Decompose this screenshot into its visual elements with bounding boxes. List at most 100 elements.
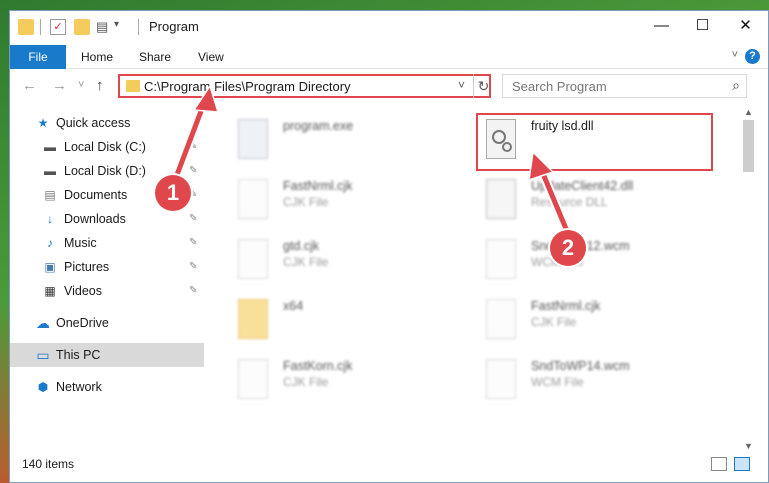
- list-item[interactable]: SndToWP14.wcm WCM File: [471, 355, 711, 415]
- highlight-box: [476, 113, 713, 171]
- folder-icon: [238, 299, 268, 339]
- minimize-button[interactable]: —: [639, 11, 684, 41]
- file-type: CJK File: [531, 315, 577, 329]
- sidebar-item-label: Documents: [64, 188, 128, 202]
- large-icons-view-icon[interactable]: [734, 457, 750, 471]
- scrollbar-thumb[interactable]: [743, 120, 754, 172]
- pictures-icon: ▣: [44, 260, 56, 274]
- vertical-scrollbar[interactable]: ▲ ▼: [741, 105, 756, 455]
- sidebar-item-network[interactable]: ⬢ Network: [10, 375, 204, 399]
- sidebar-item-label: Network: [56, 380, 102, 394]
- file-icon: [238, 179, 268, 219]
- list-item[interactable]: UpdateClient42.dll Resource DLL: [471, 175, 711, 235]
- search-input[interactable]: Search Program: [512, 79, 607, 94]
- divider: [138, 19, 139, 35]
- sidebar-item-videos[interactable]: ▦ Videos ✎: [10, 279, 204, 303]
- sidebar-item-this-pc[interactable]: ▭ This PC: [10, 343, 204, 367]
- scroll-up-icon[interactable]: ▲: [744, 107, 753, 117]
- sidebar-item-label: Pictures: [64, 260, 110, 274]
- file-name: SndToWP14.wcm: [531, 359, 630, 373]
- pin-icon[interactable]: ✎: [189, 279, 197, 303]
- details-view-icon[interactable]: [711, 457, 727, 471]
- computer-icon: ▭: [36, 347, 50, 363]
- list-item[interactable]: FastNrml.cjk CJK File: [471, 295, 711, 355]
- list-item[interactable]: SndToWP12.wcm WCM File: [471, 235, 711, 295]
- customize-toolbar-icon[interactable]: ▤: [96, 19, 112, 35]
- sidebar-item-label: Music: [64, 236, 97, 250]
- sidebar-item-onedrive[interactable]: ☁ OneDrive: [10, 311, 204, 335]
- file-name: FastKorn.cjk: [283, 359, 353, 373]
- ribbon-tabs: File Home Share View ˅ ?: [10, 45, 768, 69]
- dll-icon: [486, 179, 516, 219]
- sidebar-item-label: Downloads: [64, 212, 126, 226]
- application-icon: [238, 119, 268, 159]
- file-icon: [238, 239, 268, 279]
- file-icon: [486, 239, 516, 279]
- file-type: CJK File: [283, 255, 329, 269]
- forward-button[interactable]: →: [52, 77, 67, 94]
- list-item[interactable]: program.exe: [223, 115, 463, 175]
- search-icon[interactable]: ⌕: [732, 77, 740, 94]
- refresh-button[interactable]: ↻: [473, 74, 493, 98]
- navigation-bar: ← → ˅ ↑ C:\Program Files\Program Directo…: [10, 71, 768, 101]
- file-name: program.exe: [283, 119, 354, 133]
- sidebar-item-label: Quick access: [56, 116, 131, 130]
- recent-locations-button[interactable]: ˅: [78, 79, 84, 91]
- download-icon: ↓: [47, 212, 53, 226]
- file-explorer-window: ✓ ▤ ▾ Program — ☐ ✕ File Home Share View…: [9, 10, 769, 483]
- tab-share[interactable]: Share: [139, 45, 171, 69]
- new-folder-icon[interactable]: [74, 19, 90, 35]
- drive-icon: ▬: [44, 164, 56, 178]
- properties-icon[interactable]: ✓: [50, 19, 66, 35]
- chevron-down-icon[interactable]: ▾: [114, 19, 130, 35]
- list-item[interactable]: x64: [223, 295, 463, 355]
- list-item[interactable]: FastNrml.cjk CJK File: [223, 175, 463, 235]
- file-type: CJK File: [283, 375, 329, 389]
- document-icon: ▤: [44, 188, 56, 202]
- callout-badge-1: 1: [155, 175, 191, 211]
- back-button[interactable]: ←: [22, 77, 37, 94]
- expand-ribbon-icon[interactable]: ˅: [732, 49, 738, 61]
- sidebar-item-pictures[interactable]: ▣ Pictures ✎: [10, 255, 204, 279]
- callout-badge-2: 2: [550, 230, 586, 266]
- cloud-icon: ☁: [36, 315, 50, 331]
- file-icon: [486, 299, 516, 339]
- network-icon: ⬢: [37, 380, 49, 394]
- file-name: FastNrml.cjk: [531, 299, 601, 313]
- window-title: Program: [149, 19, 199, 34]
- pin-icon[interactable]: ✎: [189, 255, 197, 279]
- sidebar-item-label: This PC: [56, 348, 101, 362]
- close-button[interactable]: ✕: [723, 11, 768, 41]
- sidebar-item-label: OneDrive: [56, 316, 109, 330]
- pin-icon[interactable]: ✎: [189, 207, 197, 231]
- file-name: FastNrml.cjk: [283, 179, 353, 193]
- list-item[interactable]: gtd.cjk CJK File: [223, 235, 463, 295]
- chevron-down-icon[interactable]: ˅: [458, 78, 465, 92]
- maximize-button[interactable]: ☐: [680, 11, 725, 41]
- divider: [40, 19, 41, 35]
- list-item[interactable]: FastKorn.cjk CJK File: [223, 355, 463, 415]
- file-name: x64: [283, 299, 304, 313]
- star-icon: ★: [37, 116, 49, 130]
- file-name: gtd.cjk: [283, 239, 320, 253]
- up-button[interactable]: ↑: [96, 77, 104, 94]
- folder-icon: [126, 80, 140, 92]
- pin-icon[interactable]: ✎: [189, 231, 197, 255]
- tab-file[interactable]: File: [10, 45, 66, 69]
- help-icon[interactable]: ?: [745, 49, 760, 64]
- music-icon: ♪: [47, 236, 53, 250]
- folder-icon: [18, 19, 34, 35]
- title-bar: ✓ ▤ ▾ Program — ☐ ✕: [10, 11, 768, 43]
- sidebar-item-label: Local Disk (C:): [64, 140, 146, 154]
- file-type: WCM File: [531, 375, 584, 389]
- sidebar-item-label: Local Disk (D:): [64, 164, 146, 178]
- sidebar-item-music[interactable]: ♪ Music ✎: [10, 231, 204, 255]
- tab-home[interactable]: Home: [81, 45, 113, 69]
- file-icon: [238, 359, 268, 399]
- search-box[interactable]: Search Program ⌕: [502, 74, 747, 98]
- tab-view[interactable]: View: [198, 45, 224, 69]
- sidebar-item-label: Videos: [64, 284, 102, 298]
- videos-icon: ▦: [44, 284, 56, 298]
- status-bar: 140 items: [10, 453, 768, 477]
- scroll-down-icon[interactable]: ▼: [744, 441, 753, 451]
